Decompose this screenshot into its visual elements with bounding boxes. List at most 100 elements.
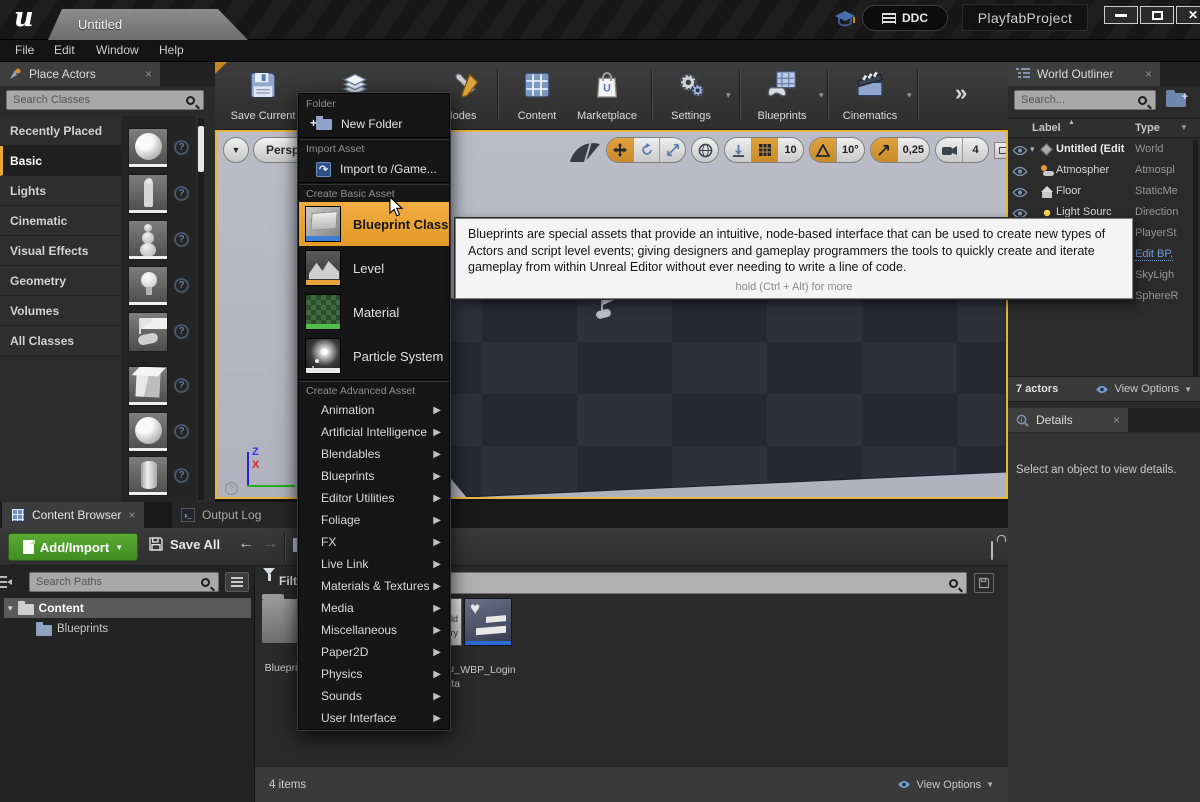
- expand-caret-icon[interactable]: ▾: [1030, 144, 1035, 155]
- back-arrow-button[interactable]: ←: [238, 535, 254, 553]
- save-all-button[interactable]: Save All: [148, 536, 220, 552]
- search-paths-input[interactable]: [30, 576, 201, 588]
- asset-thumb-point-light[interactable]: [128, 266, 168, 306]
- menu-help[interactable]: Help: [159, 43, 184, 57]
- menu-item-miscellaneous[interactable]: Miscellaneous▶: [299, 619, 449, 641]
- menu-item-level[interactable]: Level: [299, 246, 449, 290]
- scale-snap-toggle[interactable]: [871, 137, 897, 163]
- menu-item-particle-system[interactable]: Particle System: [299, 334, 449, 378]
- menu-item-foliage[interactable]: Foliage▶: [299, 509, 449, 531]
- asset-thumb-player-start[interactable]: [128, 312, 168, 352]
- minimize-button[interactable]: [1104, 6, 1138, 24]
- visibility-eye-icon[interactable]: [1012, 166, 1028, 177]
- scale-tool-button[interactable]: [659, 137, 685, 163]
- lock-sources-icon[interactable]: [991, 541, 993, 560]
- marketplace-button[interactable]: U Marketplace: [567, 66, 647, 126]
- asset-thumb-sphere-2[interactable]: [128, 412, 168, 452]
- coordinate-space-toggle[interactable]: [691, 137, 719, 163]
- outliner-row-world[interactable]: ▾ Untitled (Edit World: [1008, 140, 1200, 161]
- outliner-scrollbar[interactable]: [1193, 140, 1198, 376]
- close-icon[interactable]: ×: [128, 508, 135, 522]
- asset-thumb-cube[interactable]: [128, 366, 168, 406]
- move-tool-button[interactable]: [607, 137, 633, 163]
- menu-file[interactable]: File: [15, 43, 34, 57]
- menu-item-blendables[interactable]: Blendables▶: [299, 443, 449, 465]
- content-button[interactable]: Content: [503, 66, 571, 126]
- chevron-down-icon[interactable]: ▾: [819, 90, 824, 101]
- menu-item-artificial-intelligence[interactable]: Artificial Intelligence▶: [299, 421, 449, 443]
- chevron-down-icon[interactable]: ▾: [726, 90, 731, 101]
- menu-window[interactable]: Window: [96, 43, 139, 57]
- category-basic[interactable]: Basic: [0, 146, 121, 176]
- category-volumes[interactable]: Volumes: [0, 296, 121, 326]
- menu-item-blueprint-class[interactable]: Blueprint Class: [299, 202, 449, 246]
- menu-item-new-folder[interactable]: New Folder: [299, 112, 449, 136]
- save-search-button[interactable]: [974, 573, 994, 593]
- tab-output-log[interactable]: ›_ Output Log ×: [172, 502, 314, 528]
- category-lights[interactable]: Lights: [0, 176, 121, 206]
- menu-item-fx[interactable]: FX▶: [299, 531, 449, 553]
- search-classes-input[interactable]: [7, 94, 186, 106]
- menu-item-user-interface[interactable]: User Interface▶: [299, 707, 449, 729]
- chevron-down-icon[interactable]: ▾: [907, 90, 912, 101]
- category-visual-effects[interactable]: Visual Effects: [0, 236, 121, 266]
- tree-item-blueprints[interactable]: Blueprints: [36, 620, 108, 638]
- category-cinematic[interactable]: Cinematic: [0, 206, 121, 236]
- outliner-row-atmosphere[interactable]: Atmospher Atmospl: [1008, 161, 1200, 182]
- close-icon[interactable]: ×: [145, 67, 152, 81]
- menu-item-editor-utilities[interactable]: Editor Utilities▶: [299, 487, 449, 509]
- menu-item-paper2d[interactable]: Paper2D▶: [299, 641, 449, 663]
- scale-snap-value[interactable]: 0,25: [897, 137, 929, 163]
- outliner-row-floor[interactable]: Floor StaticMe: [1008, 182, 1200, 203]
- cinematics-button[interactable]: Cinematics: [835, 66, 905, 126]
- menu-item-material[interactable]: Material: [299, 290, 449, 334]
- sources-view-button[interactable]: [225, 572, 249, 592]
- filters-funnel-icon[interactable]: [263, 568, 275, 592]
- grid-snap-value[interactable]: 10: [777, 137, 803, 163]
- asset-thumb-sphere[interactable]: [128, 128, 168, 168]
- outliner-view-options-button[interactable]: View Options ▼: [1095, 383, 1192, 395]
- close-icon[interactable]: ×: [1145, 67, 1152, 81]
- blueprints-button[interactable]: Blueprints: [747, 66, 817, 126]
- cb-view-options-button[interactable]: View Options ▼: [897, 779, 994, 791]
- category-recently-placed[interactable]: Recently Placed: [0, 116, 121, 146]
- toolbar-overflow-button[interactable]: »: [955, 80, 967, 106]
- asset-thumb-cylinder[interactable]: [128, 456, 168, 496]
- maximize-viewport-button[interactable]: [994, 142, 1006, 159]
- save-current-button[interactable]: Save Current: [221, 66, 305, 126]
- close-icon[interactable]: ×: [1113, 413, 1120, 427]
- rotation-snap-value[interactable]: 10°: [836, 137, 864, 163]
- menu-item-import-to-game[interactable]: ↷ Import to /Game...: [299, 157, 449, 181]
- menu-item-sounds[interactable]: Sounds▶: [299, 685, 449, 707]
- menu-item-materials-textures[interactable]: Materials & Textures▶: [299, 575, 449, 597]
- tab-details[interactable]: i Details ×: [1008, 408, 1128, 432]
- menu-item-physics[interactable]: Physics▶: [299, 663, 449, 685]
- create-folder-icon[interactable]: [1166, 93, 1186, 107]
- category-geometry[interactable]: Geometry: [0, 266, 121, 296]
- tutorial-cap-icon[interactable]: [834, 9, 856, 34]
- viewport-options-button[interactable]: ▼: [223, 137, 249, 163]
- asset-wbp-login[interactable]: ♥: [464, 598, 512, 646]
- maximize-button[interactable]: [1140, 6, 1174, 24]
- menu-item-live-link[interactable]: Live Link▶: [299, 553, 449, 575]
- rotate-tool-button[interactable]: [633, 137, 659, 163]
- tree-item-content[interactable]: ▾ Content: [4, 598, 251, 618]
- surface-snap-button[interactable]: [725, 137, 751, 163]
- column-type[interactable]: Type: [1135, 122, 1160, 134]
- menu-item-media[interactable]: Media▶: [299, 597, 449, 619]
- add-import-button[interactable]: Add/Import ▼: [8, 533, 138, 561]
- asset-thumb-pawn[interactable]: [128, 220, 168, 260]
- tab-world-outliner[interactable]: World Outliner ×: [1008, 62, 1160, 86]
- tab-content-browser[interactable]: Content Browser ×: [2, 502, 144, 528]
- level-tab[interactable]: Untitled: [48, 9, 248, 40]
- close-button[interactable]: ✕: [1176, 6, 1200, 24]
- menu-item-blueprints[interactable]: Blueprints▶: [299, 465, 449, 487]
- asset-thumb-character[interactable]: [128, 174, 168, 214]
- place-actors-scrollbar[interactable]: [198, 118, 204, 500]
- forward-arrow-button[interactable]: →: [262, 535, 278, 553]
- viewport-help-icon[interactable]: ?: [225, 482, 238, 495]
- edit-blueprint-link[interactable]: Edit BP,: [1135, 248, 1173, 261]
- category-all-classes[interactable]: All Classes: [0, 326, 121, 356]
- type-sort-icon[interactable]: ▼: [1180, 123, 1188, 132]
- visibility-eye-icon[interactable]: [1012, 145, 1028, 156]
